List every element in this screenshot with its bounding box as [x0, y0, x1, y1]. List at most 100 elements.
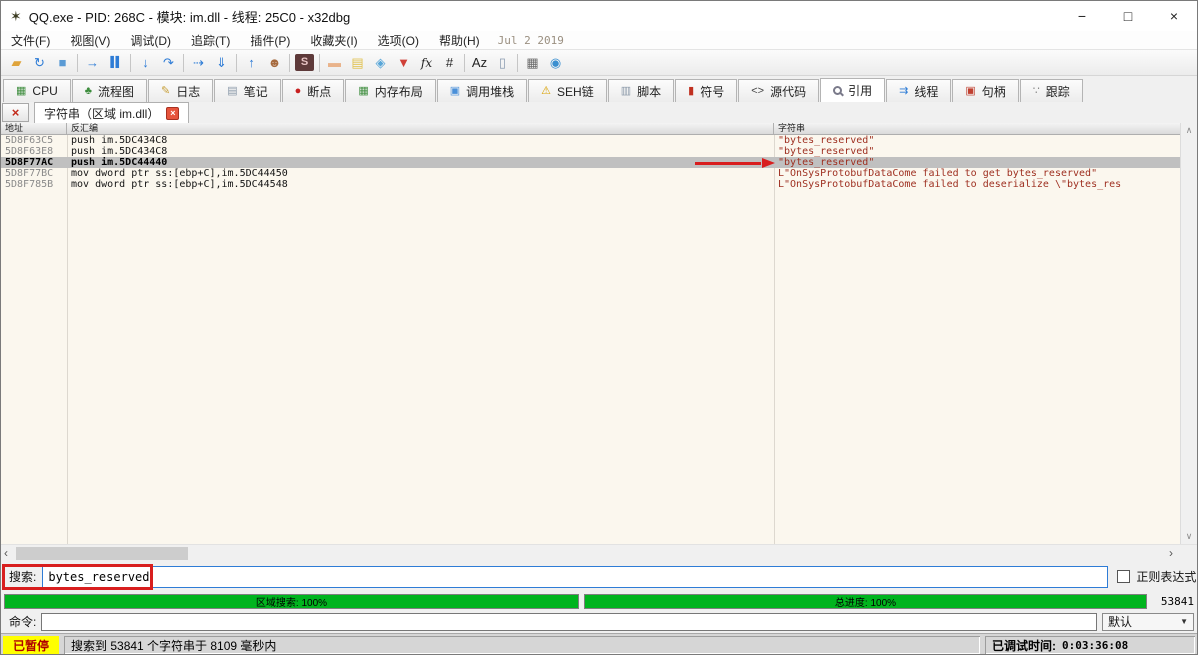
open-folder-icon[interactable]: ▰ — [5, 52, 28, 73]
toolbar-separator — [77, 54, 78, 72]
function-icon[interactable]: fx — [415, 52, 438, 73]
table-row[interactable]: 5D8F77BC mov dword ptr ss:[ebp+C],im.5DC… — [1, 168, 1180, 179]
patch-icon[interactable]: ▬ — [323, 52, 346, 73]
breakpoint-icon: ● — [295, 86, 302, 97]
trace-over-icon[interactable]: ⇓ — [210, 52, 233, 73]
tab-log[interactable]: ✎日志 — [148, 79, 213, 102]
tab-handles[interactable]: ▣句柄 — [952, 79, 1018, 102]
table-row[interactable]: 5D8F63E8 push im.5DC434C8 "bytes_reserve… — [1, 146, 1180, 157]
strings-result-tab[interactable]: 字符串（区域 im.dll） × — [34, 102, 189, 123]
address-cell: 5D8F785B — [1, 179, 67, 190]
search-input[interactable]: bytes_reserved — [42, 566, 1108, 588]
debug-time-label: 已调试时间: — [992, 637, 1056, 654]
tab-threads[interactable]: ⇉线程 — [886, 79, 951, 102]
tab-label: 笔记 — [244, 83, 268, 100]
stop-icon[interactable]: ■ — [51, 52, 74, 73]
seh-chain-icon: ⚠ — [541, 86, 551, 97]
toolbar-separator — [517, 54, 518, 72]
tab-breakpoints[interactable]: ●断点 — [282, 79, 345, 102]
tab-cpu[interactable]: ▦CPU — [3, 79, 71, 102]
string-cell: "bytes_reserved" — [774, 146, 1180, 157]
disasm-cell: push im.5DC434C8 — [67, 135, 774, 146]
menu-file[interactable]: 文件(F) — [1, 31, 60, 49]
profile-dropdown[interactable]: 默认 ▼ — [1102, 613, 1194, 631]
disasm-cell: mov dword ptr ss:[ebp+C],im.5DC44548 — [67, 179, 774, 190]
table-row-selected[interactable]: 5D8F77AC push im.5DC44440 "bytes_reserve… — [1, 157, 1180, 168]
close-button[interactable]: × — [1151, 1, 1197, 31]
tab-seh[interactable]: ⚠SEH链 — [528, 79, 607, 102]
scroll-left-icon[interactable]: ‹ — [4, 545, 8, 561]
scroll-up-icon[interactable]: ∧ — [1186, 125, 1193, 136]
tab-symbols[interactable]: ▮符号 — [675, 79, 737, 102]
horizontal-scrollbar[interactable]: ‹ › — [1, 544, 1197, 561]
column-header-string[interactable]: 字符串 — [774, 123, 1180, 134]
text-icon[interactable]: Az — [468, 52, 491, 73]
run-to-user-code-icon[interactable]: ☻ — [263, 52, 286, 73]
column-header-address[interactable]: 地址 — [1, 123, 67, 134]
maximize-button[interactable]: □ — [1105, 1, 1151, 31]
search-icon — [833, 86, 842, 95]
annotation-arrow-line — [695, 162, 761, 165]
tab-memory-map[interactable]: ▦内存布局 — [345, 79, 435, 102]
calculator-icon[interactable]: ▦ — [521, 52, 544, 73]
menu-plugins[interactable]: 插件(P) — [240, 31, 300, 49]
execute-till-return-icon[interactable]: ↑ — [240, 52, 263, 73]
tab-references[interactable]: 引用 — [820, 78, 885, 102]
device-icon[interactable]: ▯ — [491, 52, 514, 73]
hash-icon[interactable]: # — [438, 52, 461, 73]
command-row: 命令: 默认 ▼ — [1, 610, 1197, 633]
scroll-right-icon[interactable]: › — [1169, 545, 1173, 561]
run-icon[interactable]: → — [81, 52, 104, 73]
memory-map-icon: ▦ — [358, 86, 368, 97]
toolbar: ▰ ↻ ■ → ▌▌ ↓ ↷ ⇢ ⇓ ↑ ☻ S ▬ ▤ ◈ ▼ fx # Az… — [1, 49, 1197, 76]
pause-icon[interactable]: ▌▌ — [104, 52, 127, 73]
scrollbar-thumb[interactable] — [16, 547, 188, 560]
scroll-down-icon[interactable]: ∨ — [1186, 531, 1193, 542]
view-tab-bar: ▦CPU ♣流程图 ✎日志 ▤笔记 ●断点 ▦内存布局 ▣调用堆栈 ⚠SEH链 … — [1, 76, 1197, 102]
table-row[interactable]: 5D8F785B mov dword ptr ss:[ebp+C],im.5DC… — [1, 179, 1180, 190]
restart-icon[interactable]: ↻ — [28, 52, 51, 73]
string-cell: "bytes_reserved" — [774, 135, 1180, 146]
annotation-arrow-head — [762, 158, 775, 168]
menu-options[interactable]: 选项(O) — [368, 31, 429, 49]
table-row[interactable]: 5D8F63C5 push im.5DC434C8 "bytes_reserve… — [1, 135, 1180, 146]
command-input[interactable] — [41, 613, 1097, 631]
scylla-icon[interactable]: S — [295, 54, 314, 71]
menu-help[interactable]: 帮助(H) — [429, 31, 490, 49]
chevron-down-icon: ▼ — [1180, 617, 1188, 626]
doc-tab-label: 字符串（区域 im.dll） — [44, 105, 159, 122]
string-text: L"OnSysProtobufDataCome failed to deseri… — [778, 179, 1067, 190]
label-icon[interactable]: ◈ — [369, 52, 392, 73]
help-globe-icon[interactable]: ◉ — [544, 52, 567, 73]
string-cell: L"OnSysProtobufDataCome failed to deseri… — [774, 179, 1180, 190]
tab-source[interactable]: <>源代码 — [738, 79, 819, 102]
bookmark-icon[interactable]: ▼ — [392, 52, 415, 73]
command-label: 命令: — [1, 613, 36, 630]
tab-notes[interactable]: ▤笔记 — [214, 79, 280, 102]
minimize-button[interactable]: − — [1059, 1, 1105, 31]
address-cell: 5D8F63C5 — [1, 135, 67, 146]
tab-graph[interactable]: ♣流程图 — [72, 79, 147, 102]
regex-label: 正则表达式 — [1136, 568, 1196, 585]
toolbar-separator — [183, 54, 184, 72]
trace-icon: ∵ — [1033, 86, 1040, 97]
column-header-disassembly[interactable]: 反汇编 — [67, 123, 774, 134]
menu-trace[interactable]: 追踪(T) — [181, 31, 240, 49]
tab-script[interactable]: ▥脚本 — [608, 79, 674, 102]
strings-table: 地址 反汇编 字符串 5D8F63C5 push im.5DC434C8 "by… — [1, 123, 1197, 544]
step-over-icon[interactable]: ↷ — [157, 52, 180, 73]
menu-view[interactable]: 视图(V) — [60, 31, 120, 49]
regex-checkbox[interactable] — [1117, 570, 1130, 583]
tab-trace[interactable]: ∵跟踪 — [1020, 79, 1083, 102]
close-tab-icon[interactable]: × — [166, 107, 179, 120]
tab-call-stack[interactable]: ▣调用堆栈 — [437, 79, 527, 102]
menu-debug[interactable]: 调试(D) — [120, 31, 181, 49]
result-count: 53841 — [1152, 595, 1194, 608]
vertical-scrollbar[interactable]: ∧ ∨ — [1180, 123, 1197, 544]
comment-icon[interactable]: ▤ — [346, 52, 369, 73]
close-all-tabs-button[interactable]: × — [2, 103, 29, 122]
menu-favourites[interactable]: 收藏夹(I) — [300, 31, 367, 49]
trace-into-icon[interactable]: ⇢ — [187, 52, 210, 73]
region-search-progressbar: 区域搜索: 100% — [4, 594, 579, 609]
step-into-icon[interactable]: ↓ — [134, 52, 157, 73]
